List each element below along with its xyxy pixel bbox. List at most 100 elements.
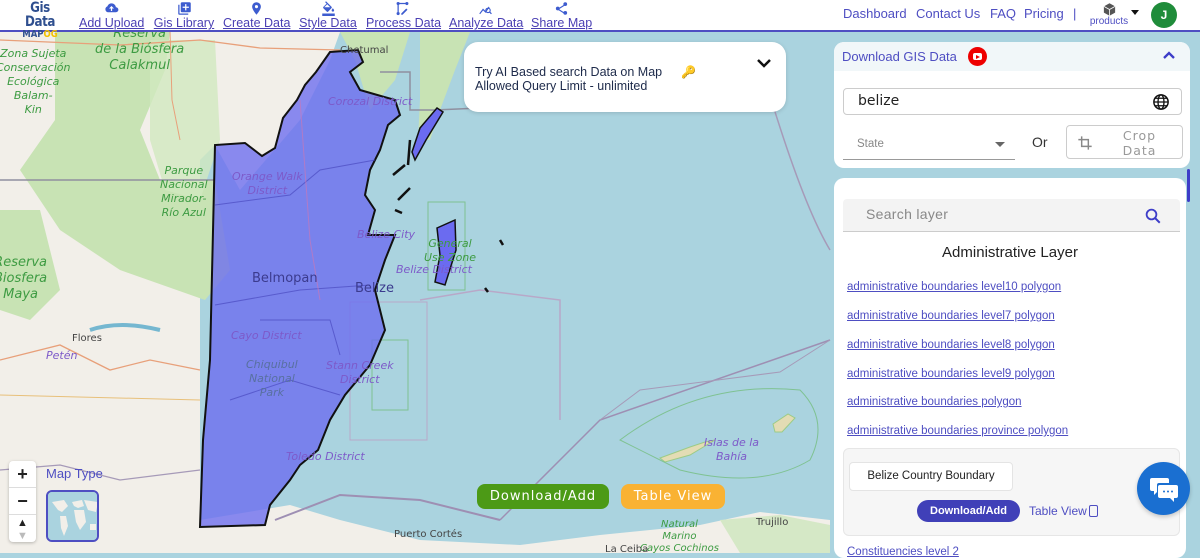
map-label-la-ceiba: La Ceiba [605,544,649,553]
map-label-islas-bahia: Islas de la Bahía [704,436,760,463]
map-label-peten: Petén [46,349,78,362]
share-icon [531,0,591,17]
compass-south-icon: ▼ [17,530,28,542]
map-label-chetumal: Chetumal [340,45,389,56]
administrative-layer-heading: Administrative Layer [942,244,1078,261]
state-placeholder: State [857,138,884,150]
nav-add-upload[interactable]: Add Upload [79,0,145,32]
country-search-input[interactable]: belize [843,88,1182,115]
products-label: products [1089,16,1129,27]
tablet-icon [1088,505,1098,517]
zoom-out-button[interactable]: − [9,488,36,515]
map-table-view-button[interactable]: Table View [621,484,725,509]
cube-icon [1087,2,1131,17]
chat-widget-button[interactable] [1137,462,1190,515]
map-label-stann-creek: Stann Creek District [326,359,394,386]
globe-icon[interactable] [1152,93,1170,111]
products-menu[interactable]: products [1087,2,1131,27]
layer-link[interactable]: administrative boundaries level8 polygon [847,339,1055,351]
download-gis-header[interactable]: Download GIS Data [834,42,1190,71]
faq-link[interactable]: FAQ [990,6,1016,21]
layer-download-add-button[interactable]: Download/Add [917,500,1020,522]
map-label-reserva-calakmul: Reserva de la Biósfera Calakmul [95,32,185,73]
layer-table-view-button[interactable]: Table View [1029,504,1098,518]
map-label-zona: Zona Sujeta Conservación Ecológica Balam… [0,47,71,116]
logo[interactable]: Gis Data MAPOG [12,1,68,40]
cloud-upload-icon [79,0,143,17]
pricing-link[interactable]: Pricing [1024,6,1064,21]
nav-analyze-data[interactable]: Analyze Data [449,0,524,32]
crop-data-label: Crop Data [1122,128,1157,158]
nav-label: Share Map [531,16,593,30]
map-type-label: Map Type [46,466,103,481]
search-layer-placeholder: Search layer [866,206,949,222]
key-icon: 🔑 [681,65,696,79]
nav-gis-library[interactable]: Gis Library [153,0,215,32]
layer-panel: Search layer Administrative Layer admini… [834,178,1186,558]
zoom-in-button[interactable]: + [9,461,36,488]
nav-label: Style Data [299,16,357,30]
crop-data-button[interactable]: Crop Data [1066,125,1183,159]
ai-search-panel[interactable]: Try AI Based search Data on Map 🔑 Allowe… [464,42,786,112]
analyze-icon [449,0,522,17]
or-label: Or [1032,134,1048,150]
nav-style-data[interactable]: Style Data [299,0,357,32]
layer-link[interactable]: administrative boundaries province polyg… [847,425,1068,437]
compass-icon: ▲ [17,517,28,529]
layer-link[interactable]: administrative boundaries level9 polygon [847,368,1055,380]
nav-create-data[interactable]: Create Data [223,0,290,32]
map-pin-icon [223,0,290,17]
map-label-toledo: Toledo District [286,450,365,463]
layer-panel-scrollbar[interactable] [1187,169,1190,202]
separator: | [1073,6,1077,21]
query-limit-text: Allowed Query Limit - unlimited [475,79,648,93]
download-gis-title: Download GIS Data [842,49,957,64]
map-label-corozal: Corozal District [328,95,413,108]
map-label-cayos-cochinos: Natural Marino Cayos Cochinos [640,519,719,553]
user-avatar[interactable]: J [1151,2,1177,28]
map-download-add-button[interactable]: Download/Add [477,484,609,509]
dashboard-link[interactable]: Dashboard [843,6,907,21]
library-add-icon [153,0,215,17]
nav-label: Create Data [223,16,291,30]
layer-link[interactable]: administrative boundaries level7 polygon [847,310,1055,322]
logo-og: OG [43,29,58,40]
map-label-reserva-maya: Reserva Biosfera Maya [0,255,48,302]
search-icon[interactable] [1144,207,1162,225]
search-layer-input[interactable]: Search layer [843,199,1180,232]
chat-bubbles-icon [1150,478,1178,502]
chevron-down-icon[interactable] [756,57,772,69]
nav-label: Analyze Data [449,16,524,30]
products-dropdown-caret[interactable] [1131,10,1139,15]
map-label-cayo: Cayo District [231,329,302,342]
layer-link[interactable]: administrative boundaries polygon [847,396,1022,408]
logo-line2: MAPOG [16,30,64,40]
layer-link[interactable]: administrative boundaries level10 polygo… [847,281,1061,293]
nav-label: Gis Library [153,16,215,30]
top-navbar: Gis Data MAPOG Add Upload Gis Library Cr… [0,0,1200,40]
map-type-thumbnail[interactable] [46,490,99,542]
logo-line1: Gis Data [25,0,55,30]
map-label-belize: Belize [355,281,394,296]
contact-us-link[interactable]: Contact Us [916,6,980,21]
crop-icon [1078,136,1092,150]
map-label-belmopan: Belmopan [252,271,318,286]
youtube-icon[interactable] [968,47,987,66]
state-select[interactable]: State [843,128,1015,160]
nav-process-data[interactable]: Process Data [366,0,442,32]
download-gis-panel: Download GIS Data belize State Or Crop D… [834,42,1190,168]
map-label-belize-district: Belize District [396,263,472,276]
compass-reset-button[interactable]: ▲ ▼ [9,515,36,542]
chevron-up-icon[interactable] [1162,50,1176,60]
selected-layer-name: Belize Country Boundary [849,462,1013,491]
map-label-general-use: General Use Zone [424,237,477,264]
layer-link-constituencies[interactable]: Constituencies level 2 [847,546,959,558]
map-label-flores: Flores [72,333,102,344]
zoom-control: + − ▲ ▼ [9,461,36,542]
nav-label: Add Upload [79,16,145,30]
logo-map: MAP [22,29,44,40]
map-label-chiquibul: Chiquibul National Park [246,358,298,399]
nav-label: Process Data [366,16,442,30]
map-label-belize-city: Belize City [357,228,416,241]
nav-share-map[interactable]: Share Map [531,0,593,32]
